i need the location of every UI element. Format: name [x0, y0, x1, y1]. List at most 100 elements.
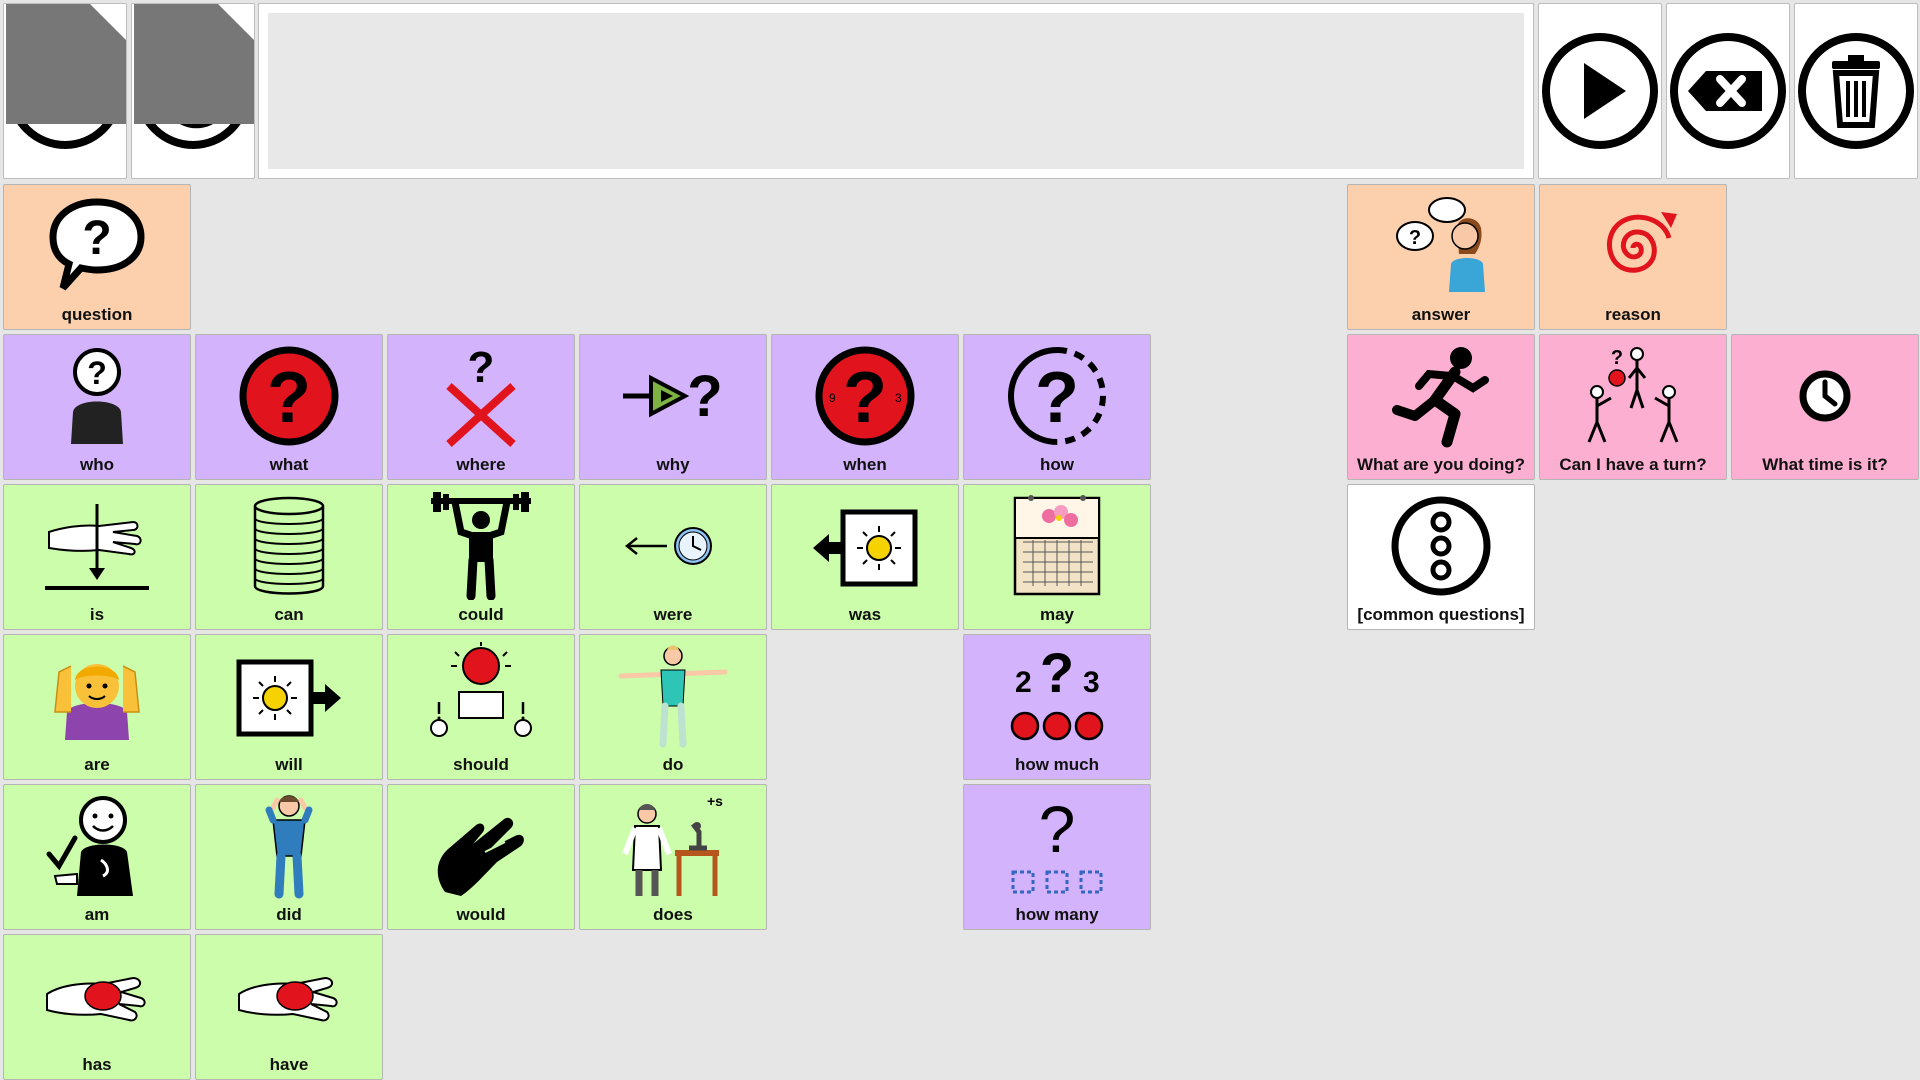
cell-does[interactable]: +s does — [579, 784, 767, 930]
cell-common-questions[interactable]: [common questions] — [1347, 484, 1535, 630]
cell-question[interactable]: ? question — [3, 184, 191, 330]
person-question-icon: ? — [71, 348, 123, 444]
cell-label: reason — [1605, 305, 1661, 324]
cell-label: question — [61, 305, 133, 324]
clock-question-icon: ? 9 3 — [815, 346, 915, 446]
cell-label: did — [276, 905, 302, 924]
cell-will[interactable]: will — [195, 634, 383, 780]
backspace-icon — [1670, 33, 1786, 149]
cell-label: who — [80, 455, 114, 474]
backspace-button[interactable] — [1666, 3, 1790, 179]
svg-text:?: ? — [1409, 227, 1421, 249]
cell-can[interactable]: can — [195, 484, 383, 630]
cell-label: answer — [1411, 305, 1471, 324]
cell-who[interactable]: ? who — [3, 334, 191, 480]
trash-icon — [1798, 33, 1914, 149]
cell-label: would — [456, 905, 506, 924]
back-button[interactable] — [131, 3, 255, 179]
cell-label: when — [843, 455, 887, 474]
cell-were[interactable]: were — [579, 484, 767, 630]
cell-how-many[interactable]: ? how many — [963, 784, 1151, 930]
cell-label: [common questions] — [1357, 605, 1525, 624]
message-bar[interactable] — [258, 3, 1534, 179]
cell-when[interactable]: ? 9 3 when — [771, 334, 959, 480]
cell-label: where — [456, 455, 506, 474]
person-self-icon — [46, 796, 133, 896]
cell-label: how — [1040, 455, 1074, 474]
cell-label: were — [653, 605, 693, 624]
clear-button[interactable] — [1794, 3, 1918, 179]
cell-what[interactable]: ? what — [195, 334, 383, 480]
svg-text:?: ? — [468, 343, 495, 392]
gymnast-icon — [618, 645, 728, 748]
cell-label: am — [84, 905, 110, 924]
message-text — [268, 13, 1524, 169]
cell-would[interactable]: would — [387, 784, 575, 930]
cell-answer[interactable]: ? answer — [1347, 184, 1535, 330]
count-dots-icon: 2 ? 3 — [1010, 642, 1104, 741]
arrow-clock-icon — [624, 527, 712, 565]
svg-text:2: 2 — [1015, 666, 1032, 699]
svg-text:3: 3 — [895, 391, 902, 405]
cell-can-i-have-a-turn[interactable]: ? Can I have a turn? — [1539, 334, 1727, 480]
speak-button[interactable] — [1538, 3, 1662, 179]
cell-label: What time is it? — [1762, 455, 1888, 474]
cell-may[interactable]: may — [963, 484, 1151, 630]
cell-has[interactable]: has — [3, 934, 191, 1080]
calendar-icon — [1013, 495, 1101, 596]
cell-label: are — [84, 755, 110, 774]
cell-label: has — [82, 1055, 112, 1074]
running-person-icon — [1392, 347, 1489, 448]
arrow-question-icon: ? — [623, 364, 723, 429]
count-squares-icon: ? — [1011, 792, 1103, 894]
dashed-question-icon: ? — [1008, 347, 1106, 445]
play-icon — [1542, 33, 1658, 149]
hand-holding-ball-icon — [238, 976, 338, 1022]
weightlifter-icon — [431, 492, 531, 600]
speech-bubble-question-icon: ? — [49, 198, 145, 291]
cell-how[interactable]: ? how — [963, 334, 1151, 480]
scientist-icon: +s — [622, 793, 723, 896]
cell-label: Can I have a turn? — [1559, 455, 1707, 474]
person-answer-icon: ? — [1396, 197, 1485, 292]
cell-could[interactable]: could — [387, 484, 575, 630]
cell-should[interactable]: should — [387, 634, 575, 780]
open-hand-icon — [437, 817, 524, 896]
spiral-icon — [1607, 212, 1677, 273]
svg-text:?: ? — [267, 358, 311, 438]
red-question-icon: ? — [239, 346, 339, 446]
svg-text:?: ? — [1040, 642, 1074, 704]
cell-why[interactable]: ? why — [579, 334, 767, 480]
svg-text:?: ? — [1039, 792, 1076, 866]
cell-label: What are you doing? — [1356, 455, 1526, 474]
cell-what-time-is-it[interactable]: What time is it? — [1731, 334, 1919, 480]
cell-how-much[interactable]: 2 ? 3 how much — [963, 634, 1151, 780]
cell-where[interactable]: ? where — [387, 334, 575, 480]
hand-point-down-icon — [45, 504, 149, 590]
future-sun-icon — [236, 659, 341, 737]
cell-do[interactable]: do — [579, 634, 767, 780]
cell-reason[interactable]: reason — [1539, 184, 1727, 330]
can-icon — [253, 496, 325, 595]
cell-label: how many — [1015, 905, 1099, 924]
svg-text:?: ? — [687, 364, 722, 429]
cell-what-are-you-doing[interactable]: What are you doing? — [1347, 334, 1535, 480]
cell-are[interactable]: are — [3, 634, 191, 780]
svg-text:?: ? — [1611, 347, 1623, 369]
cell-is[interactable]: is — [3, 484, 191, 630]
home-button[interactable] — [3, 3, 127, 179]
person-standing-icon — [265, 795, 313, 899]
choice-icon — [430, 642, 532, 737]
cell-label: could — [458, 605, 504, 624]
cell-am[interactable]: am — [3, 784, 191, 930]
past-sun-icon — [813, 509, 918, 587]
svg-text:3: 3 — [1083, 666, 1100, 699]
cell-label: may — [1039, 605, 1075, 624]
cell-have[interactable]: have — [195, 934, 383, 1080]
cell-label: have — [269, 1055, 309, 1074]
cell-label: was — [848, 605, 882, 624]
cell-label: what — [269, 455, 309, 474]
cell-did[interactable]: did — [195, 784, 383, 930]
question-cross-icon: ? — [446, 343, 516, 447]
cell-was[interactable]: was — [771, 484, 959, 630]
